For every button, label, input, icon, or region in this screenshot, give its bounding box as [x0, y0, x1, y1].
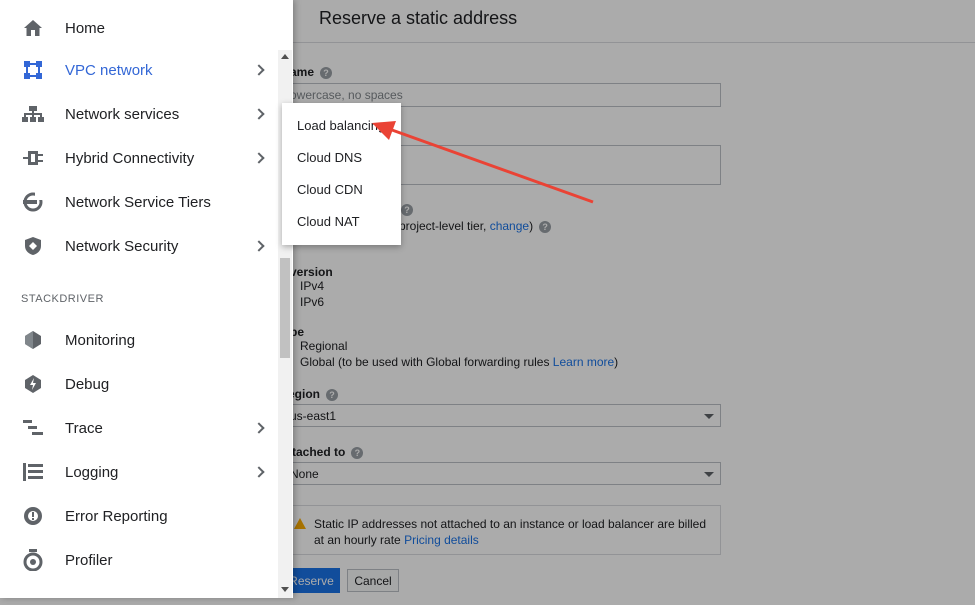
monitoring-icon [22, 329, 44, 351]
sidebar-item-error-reporting[interactable]: Error Reporting [0, 494, 278, 538]
vpc-network-icon [22, 59, 44, 81]
logging-icon [22, 461, 44, 483]
network-services-submenu: Load balancing Cloud DNS Cloud CDN Cloud… [282, 103, 401, 245]
sidebar-item-label: Monitoring [65, 331, 136, 349]
network-service-tiers-icon [22, 191, 44, 213]
error-reporting-icon [22, 505, 44, 527]
submenu-item-cloud-cdn[interactable]: Cloud CDN [297, 182, 363, 197]
sidebar-item-label: Hybrid Connectivity [65, 149, 195, 167]
sidebar-item-debug[interactable]: Debug [0, 362, 278, 406]
network-services-icon [22, 103, 44, 125]
chevron-right-icon [253, 466, 265, 478]
sidebar-item-label: Network Security [65, 237, 179, 255]
sidebar-item-label: Network services [65, 105, 180, 123]
sidebar-item-label: Profiler [65, 551, 113, 569]
section-header-stackdriver: STACKDRIVER [21, 293, 104, 305]
sidebar-item-network-services[interactable]: Network services [0, 92, 278, 136]
sidebar-item-label: Trace [65, 419, 103, 437]
sidebar-item-label: Logging [65, 463, 119, 481]
sidebar-item-hybrid-connectivity[interactable]: Hybrid Connectivity [0, 136, 278, 180]
debug-icon [22, 373, 44, 395]
submenu-item-cloud-nat[interactable]: Cloud NAT [297, 214, 360, 229]
sidebar-item-monitoring[interactable]: Monitoring [0, 318, 278, 362]
sidebar-item-logging[interactable]: Logging [0, 450, 278, 494]
submenu-item-load-balancing[interactable]: Load balancing [297, 118, 385, 133]
sidebar-item-label: VPC network [65, 61, 153, 79]
chevron-right-icon [253, 152, 265, 164]
chevron-right-icon [253, 240, 265, 252]
sidebar-item-vpc-network[interactable]: VPC network [0, 48, 278, 92]
chevron-right-icon [253, 64, 265, 76]
sidebar-item-profiler[interactable]: Profiler [0, 538, 278, 582]
sidebar-item-network-service-tiers[interactable]: Network Service Tiers [0, 180, 278, 224]
sidebar-item-network-security[interactable]: Network Security [0, 224, 278, 268]
network-security-icon [22, 235, 44, 257]
sidebar-item-home[interactable]: Home [0, 6, 278, 50]
scroll-down-arrow-icon[interactable] [281, 587, 289, 592]
scrollbar-thumb[interactable] [280, 258, 290, 358]
sidebar-item-label: Debug [65, 375, 110, 393]
scroll-up-arrow-icon[interactable] [281, 54, 289, 59]
chevron-right-icon [253, 422, 265, 434]
sidebar-item-label: Error Reporting [65, 507, 168, 525]
navigation-sidebar: Home VPC network Network services Hybrid… [0, 0, 293, 598]
profiler-icon [22, 549, 44, 571]
hybrid-connectivity-icon [22, 147, 44, 169]
submenu-item-cloud-dns[interactable]: Cloud DNS [297, 150, 362, 165]
chevron-right-icon [253, 108, 265, 120]
sidebar-item-label: Home [65, 19, 106, 37]
home-icon [22, 17, 44, 39]
sidebar-item-label: Network Service Tiers [65, 193, 211, 211]
sidebar-item-trace[interactable]: Trace [0, 406, 278, 450]
trace-icon [22, 417, 44, 439]
